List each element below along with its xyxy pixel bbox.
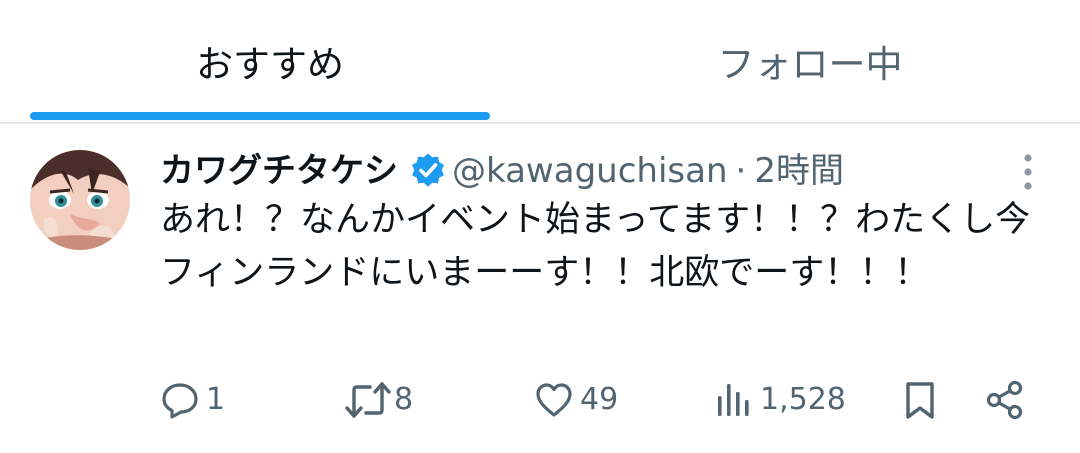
views-count: 1,528 [760, 382, 846, 417]
avatar[interactable] [30, 150, 130, 250]
more-icon[interactable] [1016, 152, 1040, 192]
post[interactable]: カワグチタケシ @kawaguchisan · 2時間 あれ！？なんかイベント始まっ… [0, 124, 1080, 453]
header-separator: · [735, 151, 747, 191]
repost-button[interactable]: 8 [344, 374, 413, 426]
tab-recommended-label: おすすめ [196, 43, 344, 86]
bookmark-button[interactable] [902, 374, 938, 426]
repost-icon [344, 380, 392, 420]
reply-icon [160, 380, 200, 420]
like-button[interactable]: 49 [534, 374, 618, 426]
tab-recommended[interactable]: おすすめ [0, 0, 540, 122]
verified-badge-icon [410, 152, 446, 188]
share-button[interactable] [984, 374, 1026, 426]
views-icon [716, 380, 750, 420]
views-button[interactable]: 1,528 [716, 374, 846, 426]
bookmark-icon [902, 380, 938, 420]
like-count: 49 [580, 382, 619, 417]
display-name[interactable]: カワグチタケシ [160, 146, 398, 196]
reply-button[interactable]: 1 [160, 374, 225, 426]
reply-count: 1 [206, 382, 226, 417]
active-tab-indicator [30, 112, 490, 120]
user-handle[interactable]: @kawaguchisan [452, 146, 728, 196]
post-text: あれ！？なんかイベント始まってます！！？わたくし今フィンランドにいまーーす！！北… [160, 200, 1031, 293]
tab-following[interactable]: フォロー中 [540, 0, 1080, 122]
like-icon [534, 380, 574, 420]
post-timestamp[interactable]: 2時間 [754, 146, 844, 196]
tab-following-label: フォロー中 [717, 43, 903, 86]
share-icon [984, 379, 1026, 421]
post-header: カワグチタケシ @kawaguchisan · 2時間 [160, 146, 844, 196]
repost-count: 8 [394, 382, 414, 417]
timeline-tabs: おすすめ フォロー中 [0, 0, 1080, 122]
post-actions: 1 8 49 1,528 [0, 374, 1080, 426]
